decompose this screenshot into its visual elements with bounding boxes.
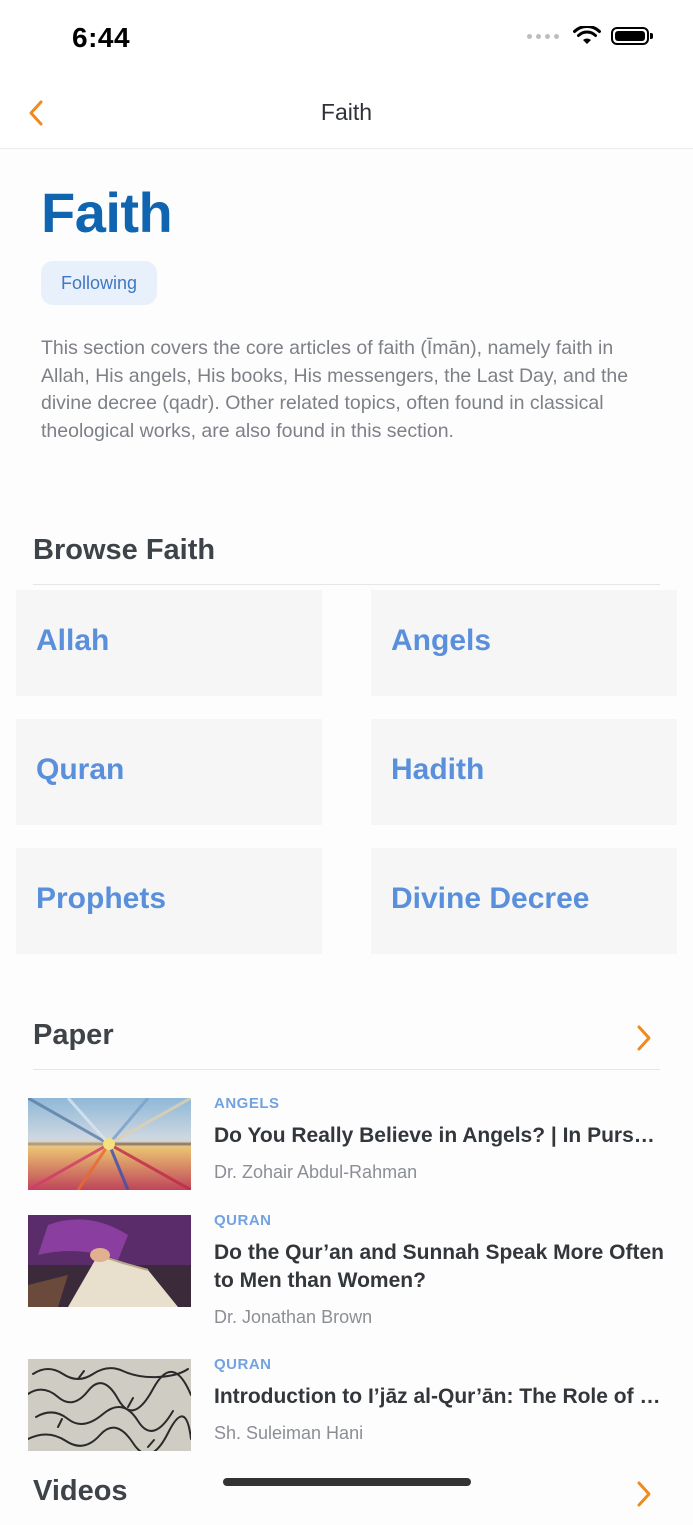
paper-section-header: Paper (33, 1009, 660, 1070)
tile-hadith[interactable]: Hadith (371, 719, 677, 825)
chevron-right-icon (637, 1481, 651, 1507)
browse-section-header: Browse Faith (33, 524, 660, 585)
videos-section-title: Videos (33, 1475, 128, 1507)
battery-icon (611, 27, 653, 45)
article-title: Do You Really Believe in Angels? | In Pu… (214, 1124, 664, 1147)
article-category: ANGELS (214, 1095, 280, 1112)
page-title: Faith (41, 181, 173, 244)
home-indicator[interactable] (223, 1478, 471, 1486)
article-title: Do the Qur’an and Sunnah Speak More Ofte… (214, 1241, 664, 1292)
article-item[interactable]: QURAN Do the Qur’an and Sunnah Speak Mor… (28, 1212, 668, 1337)
tile-prophets[interactable]: Prophets (16, 848, 322, 954)
browse-grid: Allah Angels Quran Hadith Prophets Divin… (16, 590, 677, 954)
article-thumbnail (28, 1098, 191, 1190)
article-text: ANGELS Do You Really Believe in Angels? … (214, 1095, 664, 1183)
nav-bar: Faith (0, 80, 693, 149)
browse-section-title: Browse Faith (33, 534, 216, 566)
article-author: Dr. Zohair Abdul-Rahman (214, 1162, 418, 1182)
article-text: QURAN Introduction to I’jāz al-Qur’ān: T… (214, 1356, 664, 1444)
article-title: Introduction to I’jāz al-Qur’ān: The Rol… (214, 1385, 664, 1408)
nav-title: Faith (320, 99, 373, 125)
tile-label: Angels (391, 624, 492, 657)
paper-section-title: Paper (33, 1019, 114, 1051)
tile-angels[interactable]: Angels (371, 590, 677, 696)
tile-allah[interactable]: Allah (16, 590, 322, 696)
chevron-right-icon (637, 1025, 651, 1051)
following-button[interactable]: Following (41, 261, 158, 305)
article-thumbnail (28, 1359, 191, 1451)
status-icons (527, 26, 653, 46)
tile-label: Hadith (391, 753, 485, 786)
tile-divine-decree[interactable]: Divine Decree (371, 848, 677, 954)
section-description: This section covers the core articles of… (41, 337, 629, 442)
article-text: QURAN Do the Qur’an and Sunnah Speak Mor… (214, 1212, 664, 1328)
status-time: 6:44 (72, 22, 131, 53)
tile-label: Prophets (36, 882, 167, 915)
tile-label: Allah (36, 624, 110, 657)
tile-label: Quran (36, 753, 125, 786)
article-item[interactable]: ANGELS Do You Really Believe in Angels? … (28, 1095, 668, 1195)
videos-see-all-button[interactable] (634, 1479, 654, 1509)
videos-section-header: Videos (33, 1465, 660, 1525)
article-category: QURAN (214, 1212, 272, 1229)
tile-quran[interactable]: Quran (16, 719, 322, 825)
tile-label: Divine Decree (391, 882, 590, 915)
article-category: QURAN (214, 1356, 272, 1373)
article-author: Dr. Jonathan Brown (214, 1307, 373, 1327)
article-author: Sh. Suleiman Hani (214, 1423, 364, 1443)
article-thumbnail (28, 1215, 191, 1307)
status-bar: 6:44 (0, 0, 693, 80)
article-item[interactable]: QURAN Introduction to I’jāz al-Qur’ān: T… (28, 1356, 668, 1456)
paper-see-all-button[interactable] (634, 1023, 654, 1053)
signal-icon (527, 33, 559, 39)
wifi-icon (573, 26, 601, 44)
